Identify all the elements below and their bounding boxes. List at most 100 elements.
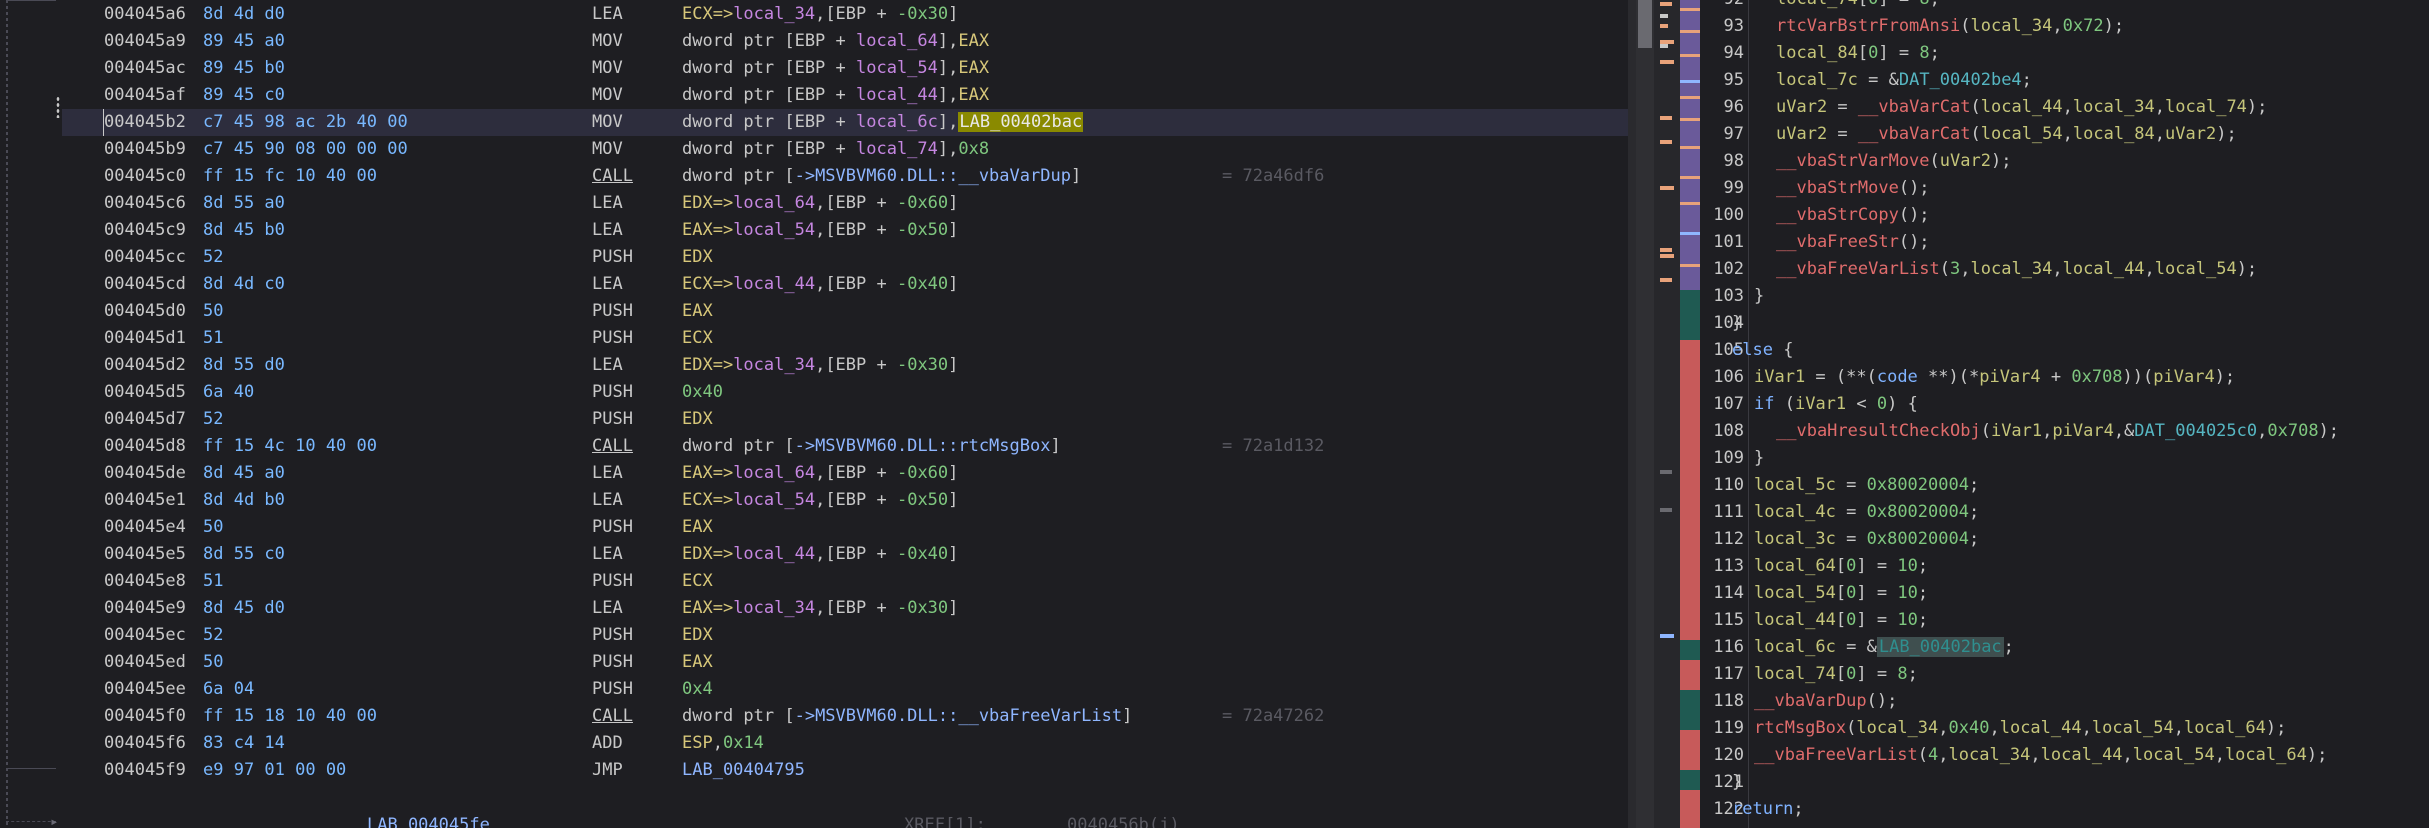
- code-token[interactable]: local_5c: [1754, 475, 1836, 495]
- code-token[interactable]: local_34: [2073, 97, 2155, 117]
- code-token[interactable]: local_64: [1754, 556, 1836, 576]
- code-token[interactable]: __vbaVarCat: [1858, 124, 1971, 144]
- code-text[interactable]: else {: [1732, 337, 1793, 364]
- instruction-row[interactable]: 004045f0 ff 15 18 10 40 00 CALL dword ptr […: [62, 703, 1628, 730]
- code-line[interactable]: 109}: [1700, 445, 2429, 472]
- overview-marker[interactable]: [1680, 232, 1700, 235]
- instruction-row[interactable]: 004045f6 83 c4 14 ADD ESP,0x14: [62, 730, 1628, 757]
- code-token[interactable]: local_54: [1981, 124, 2063, 144]
- instruction-address[interactable]: 004045d8: [104, 433, 186, 460]
- operand-token[interactable]: LAB_00402bac: [958, 112, 1084, 132]
- code-text[interactable]: __vbaStrVarMove(uVar2);: [1776, 148, 2011, 175]
- code-token[interactable]: local_74: [1754, 664, 1836, 684]
- overview-marker[interactable]: [1680, 146, 1700, 149]
- instruction-row[interactable]: 004045e5 8d 55 c0 LEA EDX=>local_44,[EBP + …: [62, 541, 1628, 568]
- overview-segment[interactable]: [1680, 0, 1700, 290]
- code-token[interactable]: uVar2: [1940, 151, 1991, 171]
- overview-segment[interactable]: [1680, 290, 1700, 340]
- code-line[interactable]: 119 rtcMsgBox(local_34,0x40,local_44,loca…: [1700, 715, 2429, 742]
- overview-marker[interactable]: [1680, 176, 1700, 179]
- code-text[interactable]: uVar2 = __vbaVarCat(local_44,local_34,lo…: [1776, 94, 2267, 121]
- overview-marker[interactable]: [1680, 118, 1700, 121]
- instruction-address[interactable]: 004045f9: [104, 757, 186, 784]
- code-token[interactable]: local_54: [2092, 718, 2174, 738]
- overview-marker[interactable]: [1680, 202, 1700, 205]
- code-text[interactable]: __vbaFreeVarList(3,local_34,local_44,loc…: [1776, 256, 2257, 283]
- instruction-operands[interactable]: EAX=>local_34,[EBP + -0x30]: [682, 595, 958, 622]
- instruction-address[interactable]: 004045f6: [104, 730, 186, 757]
- instruction-operands[interactable]: EDX: [682, 622, 713, 649]
- code-token[interactable]: __vbaFreeStr: [1776, 232, 1899, 252]
- instruction-row[interactable]: 004045ee 6a 04 PUSH 0x4: [62, 676, 1628, 703]
- code-line[interactable]: 99 __vbaStrMove();: [1700, 175, 2429, 202]
- code-token[interactable]: __vbaVarCat: [1858, 97, 1971, 117]
- decompiler-panel[interactable]: 92local_74[0] = 8;93rtcVarBstrFromAnsi(l…: [1700, 0, 2429, 828]
- code-text[interactable]: if (iVar1 < 0) {: [1754, 391, 1918, 418]
- code-line[interactable]: 93 rtcVarBstrFromAnsi(local_34,0x72);: [1700, 13, 2429, 40]
- operand-token[interactable]: local_6c: [856, 112, 938, 132]
- code-text[interactable]: uVar2 = __vbaVarCat(local_54,local_84,uV…: [1776, 121, 2237, 148]
- instruction-row[interactable]: 004045d7 52 PUSH EDX: [62, 406, 1628, 433]
- instruction-operands[interactable]: ECX=>local_44,[EBP + -0x40]: [682, 271, 958, 298]
- code-line[interactable]: 121}: [1700, 769, 2429, 796]
- operand-token[interactable]: ->MSVBVM60.DLL::__vbaVarDup: [795, 166, 1071, 186]
- overview-segment[interactable]: [1680, 770, 1700, 790]
- code-text[interactable]: __vbaFreeStr();: [1776, 229, 1930, 256]
- marker-tick[interactable]: [1660, 254, 1674, 258]
- code-line[interactable]: 116 local_6c = & LAB_00402bac;: [1700, 634, 2429, 661]
- instruction-address[interactable]: 004045de: [104, 460, 186, 487]
- code-token[interactable]: rtcMsgBox: [1754, 718, 1846, 738]
- code-text[interactable]: __vbaFreeVarList(4,local_34,local_44,loc…: [1754, 742, 2327, 769]
- instruction-operands[interactable]: EAX=>local_64,[EBP + -0x60]: [682, 460, 958, 487]
- overview-segment[interactable]: [1680, 640, 1700, 660]
- code-text[interactable]: }: [1754, 283, 1764, 310]
- label-row[interactable]: LAB_004045fe XREF[1]: 0040456b(j): [62, 812, 1628, 828]
- code-line[interactable]: 106 iVar1 = (**(code **)(*piVar4 + 0x708)…: [1700, 364, 2429, 391]
- marker-tick[interactable]: [1660, 14, 1668, 18]
- instruction-row[interactable]: 004045d5 6a 40 PUSH 0x40: [62, 379, 1628, 406]
- code-token[interactable]: LAB_00402bac: [1876, 637, 2004, 657]
- code-token[interactable]: uVar2: [1776, 124, 1827, 144]
- instruction-operands[interactable]: ECX=>local_34,[EBP + -0x30]: [682, 1, 958, 28]
- overview-segment[interactable]: [1680, 790, 1700, 828]
- code-line[interactable]: 107 if (iVar1 < 0) {: [1700, 391, 2429, 418]
- instruction-operands[interactable]: EAX: [682, 298, 713, 325]
- marker-tick[interactable]: [1660, 44, 1668, 48]
- code-line[interactable]: 98 __vbaStrVarMove(uVar2);: [1700, 148, 2429, 175]
- instruction-operands[interactable]: dword ptr [EBP + local_54],EAX: [682, 55, 989, 82]
- instruction-operands[interactable]: dword ptr [EBP + local_74],0x8: [682, 136, 989, 163]
- operand-token[interactable]: LAB_00404795: [682, 760, 805, 780]
- overview-segment[interactable]: [1680, 660, 1700, 690]
- instruction-address[interactable]: 004045d2: [104, 352, 186, 379]
- instruction-operands[interactable]: ECX: [682, 325, 713, 352]
- code-token[interactable]: DAT_004025c0: [2134, 421, 2257, 441]
- instruction-row[interactable]: 004045e4 50 PUSH EAX: [62, 514, 1628, 541]
- instruction-address[interactable]: 004045af: [104, 82, 186, 109]
- instruction-address[interactable]: 004045ee: [104, 676, 186, 703]
- operand-token[interactable]: local_54: [856, 58, 938, 78]
- code-line[interactable]: 120 __vbaFreeVarList(4,local_34,local_44,…: [1700, 742, 2429, 769]
- instruction-row[interactable]: 004045ed 50 PUSH EAX: [62, 649, 1628, 676]
- marker-tick[interactable]: [1660, 140, 1672, 144]
- scrollbar[interactable]: [1636, 0, 1654, 828]
- instruction-operands[interactable]: EAX: [682, 514, 713, 541]
- instruction-row[interactable]: 004045c0 ff 15 fc 10 40 00 CALL dword ptr […: [62, 163, 1628, 190]
- code-line[interactable]: 96 uVar2 = __vbaVarCat(local_44,local_34,…: [1700, 94, 2429, 121]
- code-token[interactable]: local_4c: [1754, 502, 1836, 522]
- instruction-operands[interactable]: dword ptr [EBP + local_6c],LAB_00402bac: [682, 109, 1084, 136]
- code-line[interactable]: 103}: [1700, 283, 2429, 310]
- instruction-operands[interactable]: ESP,0x14: [682, 730, 764, 757]
- operand-token[interactable]: local_34: [733, 355, 815, 375]
- code-token[interactable]: local_34: [1971, 259, 2053, 279]
- overview-marker[interactable]: [1680, 264, 1700, 267]
- instruction-row[interactable]: 004045f9 e9 97 01 00 00 JMP LAB_00404795: [62, 757, 1628, 784]
- code-token[interactable]: local_64: [2225, 745, 2307, 765]
- code-token[interactable]: local_6c: [1754, 637, 1836, 657]
- overview-segment[interactable]: [1680, 340, 1700, 640]
- code-token[interactable]: __vbaStrCopy: [1776, 205, 1899, 225]
- marker-tick[interactable]: [1660, 24, 1668, 28]
- code-text[interactable]: local_54[0] = 10;: [1754, 580, 1928, 607]
- code-line[interactable]: 100 __vbaStrCopy();: [1700, 202, 2429, 229]
- code-token[interactable]: rtcVarBstrFromAnsi: [1776, 16, 1960, 36]
- instruction-address[interactable]: 004045d0: [104, 298, 186, 325]
